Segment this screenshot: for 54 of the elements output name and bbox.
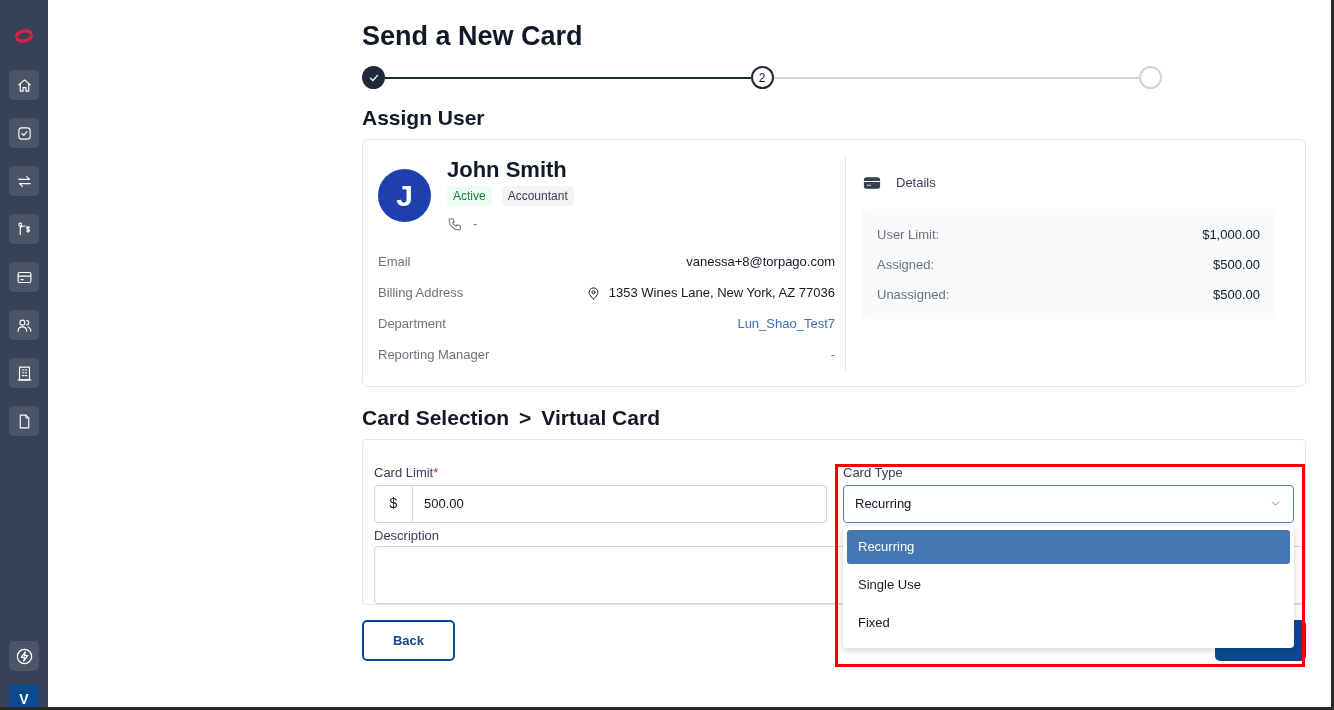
dropdown-option[interactable]: Single Use	[847, 568, 1290, 602]
step-indicator: 2	[750, 66, 774, 89]
section-heading: Card Selection	[362, 405, 510, 431]
route-dollar-icon	[15, 220, 33, 238]
nav-button[interactable]	[9, 118, 39, 148]
back-button[interactable]: Back	[362, 620, 455, 661]
home-icon	[15, 76, 33, 94]
user-avatar: J	[378, 169, 431, 222]
phone-number: -	[473, 215, 478, 233]
detail-label: Assigned:	[877, 255, 935, 273]
status-badge: Active	[447, 186, 492, 206]
lightning-icon	[14, 646, 34, 666]
user-name: John Smith	[447, 156, 568, 184]
field-value: -	[830, 346, 835, 365]
breadcrumb-separator: >	[519, 405, 532, 431]
field-label: Billing Address	[378, 284, 464, 303]
building-icon	[15, 364, 33, 382]
phone-icon	[447, 215, 463, 232]
nav-button[interactable]	[9, 358, 39, 388]
department-link[interactable]: Lun_Shao_Test7	[737, 314, 835, 334]
checkbox-icon	[15, 124, 33, 142]
nav-button[interactable]	[9, 70, 39, 100]
nav-button[interactable]	[9, 406, 39, 436]
nav-button[interactable]	[9, 214, 39, 244]
page-title: Send a New Card	[362, 20, 584, 52]
nav-button[interactable]	[9, 262, 39, 292]
detail-value: $500.00	[1213, 285, 1260, 303]
role-badge: Accountant	[501, 186, 574, 206]
currency-prefix: $	[374, 484, 413, 523]
detail-label: User Limit:	[877, 225, 940, 243]
field-label: Email	[378, 253, 411, 272]
field-value: vanessa+8@torpago.com	[686, 253, 835, 272]
field-label: Card Limit	[374, 464, 434, 482]
dropdown-option[interactable]: Fixed	[847, 606, 1290, 640]
section-heading: Assign User	[362, 105, 486, 131]
dropdown-value: Recurring	[855, 494, 912, 513]
field-label: Reporting Manager	[378, 346, 490, 365]
details-title: Details	[896, 174, 936, 192]
section-heading: Virtual Card	[541, 405, 660, 431]
detail-label: Unassigned:	[877, 285, 950, 303]
detail-value: $1,000.00	[1202, 225, 1260, 243]
field-value: 1353 Wines Lane, New York, AZ 77036	[608, 284, 835, 303]
card-type-dropdown[interactable]: Recurring	[843, 484, 1294, 523]
user-avatar[interactable]: V	[9, 685, 39, 707]
dropdown-option[interactable]: Recurring	[847, 530, 1290, 564]
nav-button[interactable]	[9, 310, 39, 340]
nav-button[interactable]	[9, 641, 39, 671]
field-label: Description	[374, 526, 441, 545]
nav-button[interactable]	[9, 166, 39, 196]
card-limit-field[interactable]: 500.00	[413, 484, 827, 523]
required-mark: *	[433, 464, 439, 482]
field-label: Card Type	[843, 464, 904, 482]
field-label: Department	[378, 315, 446, 334]
detail-value: $500.00	[1213, 255, 1260, 273]
